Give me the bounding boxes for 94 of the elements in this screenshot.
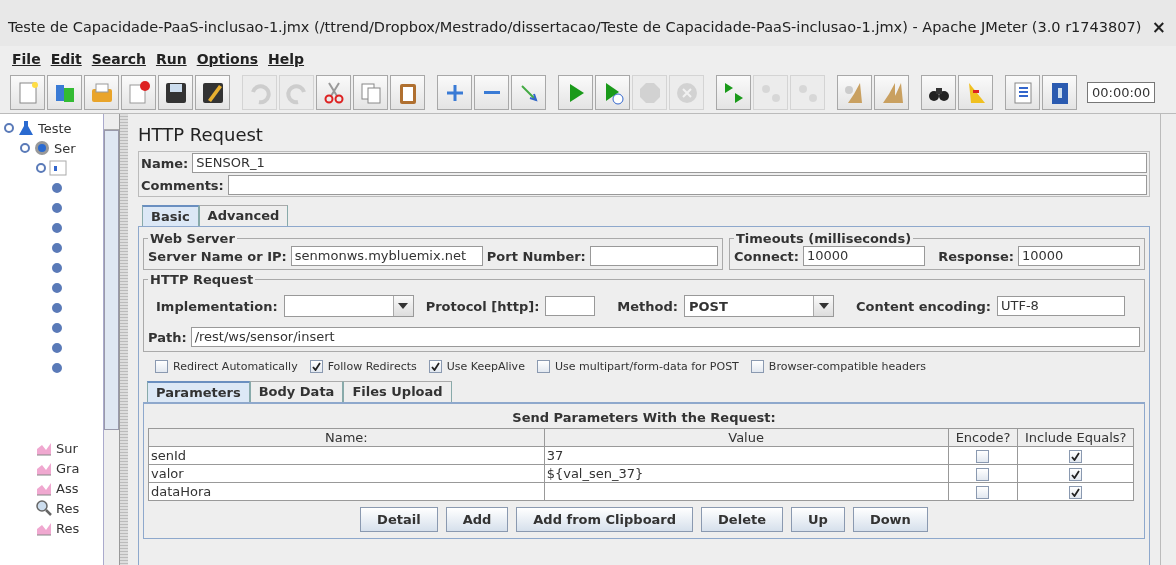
flask-icon: [17, 119, 35, 137]
table-caption: Send Parameters With the Request:: [511, 409, 777, 427]
tree-item[interactable]: Teste: [38, 120, 72, 136]
field-label: Response:: [938, 248, 1014, 264]
column-header: Encode?: [948, 428, 1018, 447]
menu-item[interactable]: Help: [268, 51, 305, 67]
server-field[interactable]: senmonws.mybluemix.net: [290, 246, 483, 266]
checkbox[interactable]: [976, 486, 990, 499]
menu-item[interactable]: File: [12, 51, 41, 67]
menu-item[interactable]: Search: [91, 51, 146, 67]
checkbox[interactable]: [428, 360, 442, 373]
table-cell: 37: [544, 446, 949, 465]
tree-item[interactable]: Res: [56, 520, 80, 536]
section-title: Timeouts (milliseconds): [735, 231, 913, 246]
tab[interactable]: Basic: [142, 205, 199, 226]
action-button[interactable]: Add from Clipboard: [516, 507, 694, 532]
action-button[interactable]: Add: [445, 507, 509, 532]
checkbox[interactable]: [155, 360, 168, 373]
checkbox-label[interactable]: Redirect Automatically: [173, 360, 298, 373]
tree-toggle[interactable]: [4, 123, 14, 133]
response-timeout-field[interactable]: 10000: [1018, 246, 1140, 266]
checkbox-label[interactable]: Use multipart/form-data for POST: [554, 360, 739, 373]
section-title: HTTP Request: [149, 272, 255, 287]
field-label: Comments:: [141, 177, 224, 193]
table-cell: senId: [148, 446, 545, 465]
method-dropdown[interactable]: POST: [684, 295, 834, 317]
elapsed-time: 00:00:00: [1087, 82, 1156, 103]
tree-item[interactable]: Ser: [54, 140, 76, 156]
column-header: Name:: [148, 428, 545, 447]
checkbox[interactable]: [976, 450, 990, 463]
connect-timeout-field[interactable]: 10000: [802, 246, 925, 266]
checkbox[interactable]: [1069, 468, 1083, 481]
table-cell: valor: [148, 464, 545, 483]
checkbox[interactable]: [750, 360, 764, 373]
port-field[interactable]: [589, 246, 718, 266]
tab[interactable]: Files Upload: [343, 381, 452, 402]
caret-icon: [398, 303, 409, 309]
toolbar-button[interactable]: [1042, 75, 1077, 110]
menu-item[interactable]: Options: [196, 51, 258, 67]
field-label: Connect:: [734, 248, 799, 264]
field-label: Protocol [http]:: [425, 298, 540, 314]
column-header: Value: [544, 428, 949, 447]
field-label: Path:: [148, 329, 187, 345]
table-cell: ${val_sen_37}: [544, 464, 949, 483]
scrollbar[interactable]: [103, 114, 119, 565]
caret-icon: [818, 303, 829, 309]
tree-toggle[interactable]: [20, 143, 30, 153]
checkbox-label[interactable]: Use KeepAlive: [446, 360, 525, 373]
checkbox-label[interactable]: Follow Redirects: [327, 360, 417, 373]
field-label: Port Number:: [486, 248, 586, 264]
toolbar-button[interactable]: [158, 75, 193, 110]
tree-item[interactable]: Gra: [56, 460, 80, 476]
tab[interactable]: Body Data: [249, 381, 344, 402]
encoding-field[interactable]: UTF-8: [997, 296, 1125, 316]
tree-item[interactable]: Res: [56, 500, 80, 516]
checkbox[interactable]: [976, 468, 990, 481]
checkbox[interactable]: [536, 360, 550, 373]
field-label: Implementation:: [156, 298, 278, 314]
action-button[interactable]: Delete: [701, 507, 783, 532]
window-title: Teste de Capacidade-PaaS-inclusao-1.jmx (/ttrend/Dropbox/Mestrado/dissertacao/Teste de Capacidade-PaaS-inclusao-1.jmx) - Apache JMeter (3.0 r1743807): [8, 19, 1142, 35]
protocol-field[interactable]: [545, 296, 596, 316]
magnifier-icon: [35, 499, 53, 517]
name-field[interactable]: SENSOR_1: [192, 153, 1147, 173]
tree-item[interactable]: Ass: [56, 480, 79, 496]
action-button[interactable]: Up: [791, 507, 845, 532]
tab[interactable]: Advanced: [198, 205, 289, 226]
comments-field[interactable]: [227, 175, 1147, 195]
menu-item[interactable]: Run: [155, 51, 187, 67]
controller-icon: [49, 159, 67, 177]
minus-icon: [483, 91, 500, 94]
action-button[interactable]: Detail: [360, 507, 438, 532]
section-title: Web Server: [149, 231, 236, 246]
checkbox[interactable]: [1069, 486, 1083, 499]
tree-item[interactable]: Sur: [56, 440, 78, 456]
path-field[interactable]: /rest/ws/sensor/insert: [190, 327, 1140, 347]
toolbar-button[interactable]: [921, 75, 956, 110]
close-button[interactable]: ×: [1151, 17, 1166, 37]
menu-item[interactable]: Edit: [50, 51, 82, 67]
field-label: Server Name or IP:: [148, 248, 287, 264]
checkbox-label[interactable]: Browser-compatible headers: [768, 360, 927, 373]
panel-title: HTTP Request: [138, 124, 264, 145]
field-label: Content encoding:: [856, 298, 991, 314]
checkbox[interactable]: [309, 360, 323, 373]
implementation-dropdown[interactable]: [283, 295, 414, 317]
toolbar-button[interactable]: [195, 75, 230, 110]
field-label: Name:: [141, 155, 189, 171]
action-button[interactable]: Down: [852, 507, 928, 532]
gear-icon: [33, 139, 51, 157]
column-header: Include Equals?: [1017, 428, 1134, 447]
tab[interactable]: Parameters: [147, 381, 250, 402]
table-cell: dataHora: [148, 482, 545, 501]
checkbox[interactable]: [1069, 450, 1083, 463]
field-label: Method:: [617, 298, 678, 314]
tree-toggle[interactable]: [36, 163, 46, 173]
